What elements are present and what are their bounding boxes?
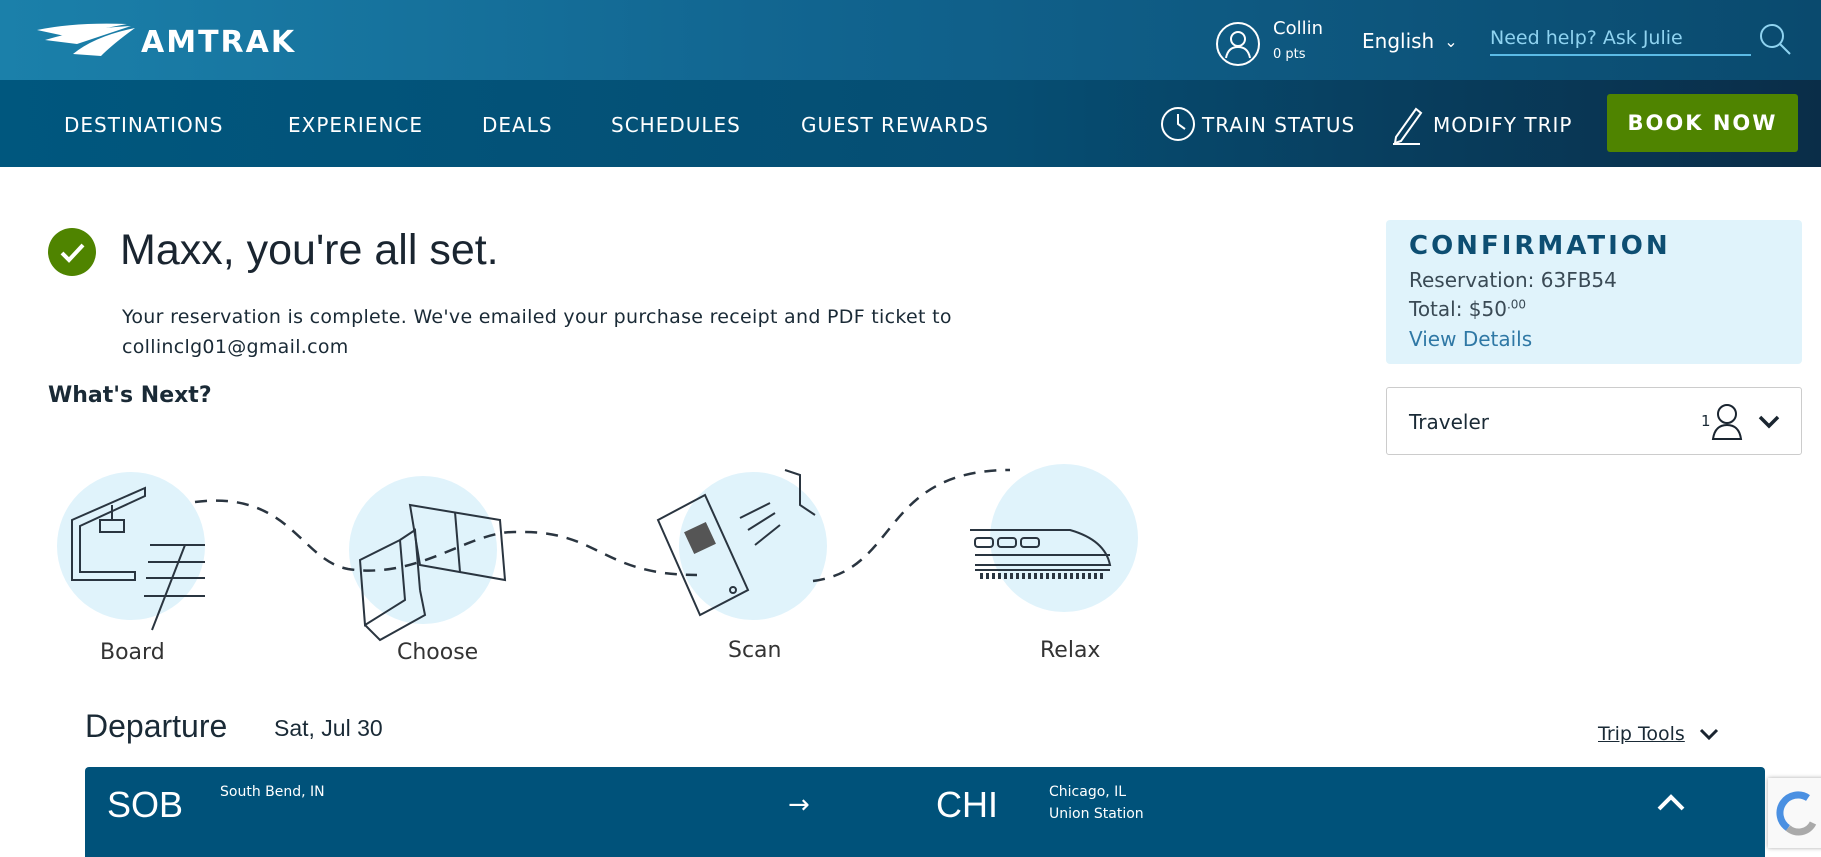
check-circle-icon bbox=[48, 228, 96, 276]
nav-deals[interactable]: DEALS bbox=[482, 113, 553, 137]
person-icon bbox=[1710, 403, 1744, 445]
pencil-icon bbox=[1390, 105, 1424, 149]
chevron-down-icon: ⌄ bbox=[1444, 31, 1458, 51]
clock-icon bbox=[1158, 105, 1196, 147]
destination-code: CHI bbox=[936, 784, 998, 825]
destination-city: Chicago, IL bbox=[1049, 784, 1127, 800]
whats-next-heading: What's Next? bbox=[48, 383, 212, 408]
search-input[interactable] bbox=[1490, 22, 1751, 56]
svg-text:AMTRAK: AMTRAK bbox=[141, 25, 296, 60]
recaptcha-badge[interactable] bbox=[1768, 778, 1821, 848]
user-avatar-icon[interactable] bbox=[1216, 22, 1260, 66]
nav-experience[interactable]: EXPERIENCE bbox=[288, 113, 423, 137]
chevron-down-icon[interactable] bbox=[1757, 414, 1781, 434]
step-relax-label: Relax bbox=[1040, 638, 1101, 663]
language-select[interactable]: English ⌄ bbox=[1362, 29, 1458, 53]
confirmation-title: CONFIRMATION bbox=[1409, 231, 1671, 261]
step-board-label: Board bbox=[100, 640, 165, 665]
confirmation-email: collinclg01@gmail.com bbox=[122, 336, 349, 358]
user-name[interactable]: Collin bbox=[1273, 18, 1323, 39]
total-cents: .00 bbox=[1506, 297, 1527, 312]
step-scan-label: Scan bbox=[728, 638, 782, 663]
dashed-path bbox=[194, 468, 1011, 583]
search-icon[interactable] bbox=[1758, 22, 1792, 60]
book-now-button[interactable]: BOOK NOW bbox=[1607, 94, 1798, 152]
origin-code: SOB bbox=[107, 784, 184, 825]
train-status-link[interactable]: TRAIN STATUS bbox=[1202, 113, 1355, 137]
departure-date: Sat, Jul 30 bbox=[274, 715, 383, 741]
collapse-chevron-up-icon[interactable] bbox=[1656, 792, 1686, 816]
trip-tools-label: Trip Tools bbox=[1598, 723, 1685, 745]
page-title: Maxx, you're all set. bbox=[120, 226, 499, 274]
amtrak-logo[interactable]: AMTRAK bbox=[35, 20, 375, 60]
confirmation-message: Your reservation is complete. We've emai… bbox=[122, 306, 952, 328]
nav-schedules[interactable]: SCHEDULES bbox=[611, 113, 741, 137]
departure-heading: Departure bbox=[85, 708, 228, 744]
arrow-right-icon: → bbox=[788, 790, 810, 820]
trip-tools-dropdown[interactable]: Trip Tools bbox=[1598, 723, 1719, 745]
steps-illustration bbox=[57, 464, 1138, 642]
nav-destinations[interactable]: DESTINATIONS bbox=[64, 113, 223, 137]
traveler-label: Traveler bbox=[1409, 410, 1489, 434]
reservation-number: Reservation: 63FB54 bbox=[1409, 268, 1617, 292]
total-amount: Total: $50 bbox=[1409, 297, 1507, 321]
step-choose-label: Choose bbox=[397, 640, 479, 665]
total-price: Total: $50.00 bbox=[1409, 297, 1526, 321]
view-details-link[interactable]: View Details bbox=[1409, 327, 1532, 351]
modify-trip-link[interactable]: MODIFY TRIP bbox=[1433, 113, 1572, 137]
language-label: English bbox=[1362, 29, 1435, 53]
origin-city: South Bend, IN bbox=[220, 784, 325, 800]
trip-segment-bar[interactable] bbox=[85, 767, 1765, 857]
user-points: 0 pts bbox=[1273, 47, 1306, 62]
chevron-down-icon bbox=[1699, 728, 1718, 741]
destination-station: Union Station bbox=[1049, 806, 1144, 822]
nav-guest-rewards[interactable]: GUEST REWARDS bbox=[801, 113, 989, 137]
